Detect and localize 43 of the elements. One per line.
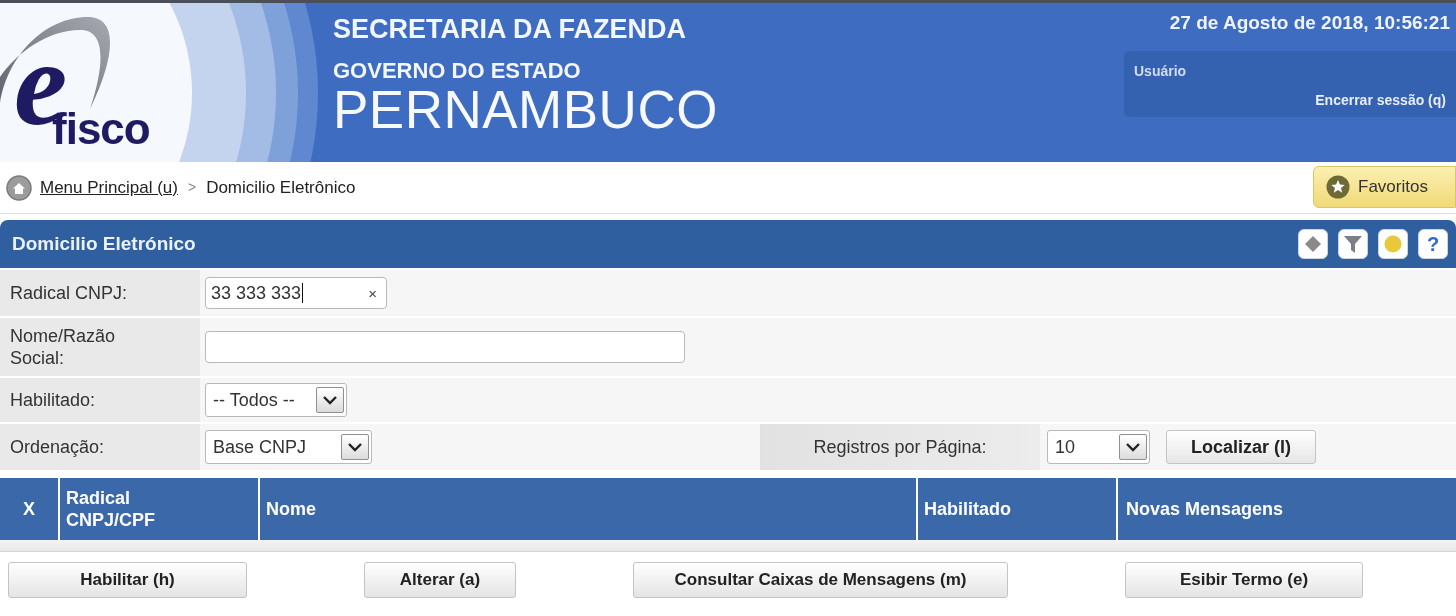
date-time: 27 de Agosto de 2018, 10:56:21 [1169, 11, 1451, 35]
breadcrumb-link[interactable]: Menu Principal (u) [40, 174, 178, 201]
diamond-icon [1304, 235, 1322, 253]
header-title: GOVERNO DO ESTADO [333, 60, 582, 82]
column-header: Radical CNPJ/CPF [60, 478, 258, 540]
search-button[interactable]: Localizar (l) [1166, 430, 1316, 464]
clear-button[interactable]: × [364, 285, 381, 301]
text-field[interactable] [205, 331, 685, 363]
toolbar-button[interactable] [1298, 229, 1328, 259]
toolbar-button[interactable] [1378, 229, 1408, 259]
filter-icon [1343, 234, 1363, 254]
column-header: Novas Mensagens [1118, 478, 1456, 540]
field-label: Radical CNPJ: [0, 270, 200, 316]
header-title: PERNAMBUCO [333, 83, 718, 136]
column-header: X [0, 478, 58, 540]
field-label: Habilitado: [0, 378, 200, 422]
filter-button[interactable] [1338, 229, 1368, 259]
user-label: Usuário [1134, 61, 1187, 81]
chevron-down-icon [341, 434, 369, 460]
column-header: Nome [260, 478, 916, 540]
dropdown[interactable]: 10 [1047, 430, 1150, 464]
circle-icon [1384, 235, 1402, 253]
panel-title: Domicilio Eletrónico [12, 231, 196, 256]
header-title: SECRETARIA DA FAZENDA [333, 16, 687, 43]
column-header: Habilitado [918, 478, 1116, 540]
help-button[interactable]: ? [1418, 229, 1448, 259]
action-button[interactable]: Esibir Termo (e) [1125, 562, 1363, 598]
action-button[interactable]: Consultar Caixas de Mensagens (m) [633, 562, 1008, 598]
dropdown[interactable]: Base CNPJ [205, 430, 372, 464]
action-button[interactable]: Alterar (a) [364, 562, 516, 598]
breadcrumb-separator: > [187, 178, 197, 197]
home-icon [6, 174, 32, 201]
chevron-down-icon [1119, 434, 1147, 460]
favorites-button[interactable]: Favoritos [1313, 166, 1456, 208]
breadcrumb-current: Domicilio Eletrônico [206, 176, 356, 199]
field-label: Ordenação: [0, 424, 200, 470]
field-label: Nome/Razão Social: [0, 318, 200, 376]
dropdown[interactable]: -- Todos -- [205, 383, 347, 417]
field-label: Registros por Página: [760, 424, 1040, 470]
logout-link[interactable]: Encerrar sessão (q) [1315, 89, 1446, 111]
text-field[interactable]: 33 333 333 × [205, 277, 387, 309]
chevron-down-icon [316, 387, 344, 413]
action-button[interactable]: Habilitar (h) [8, 562, 247, 598]
